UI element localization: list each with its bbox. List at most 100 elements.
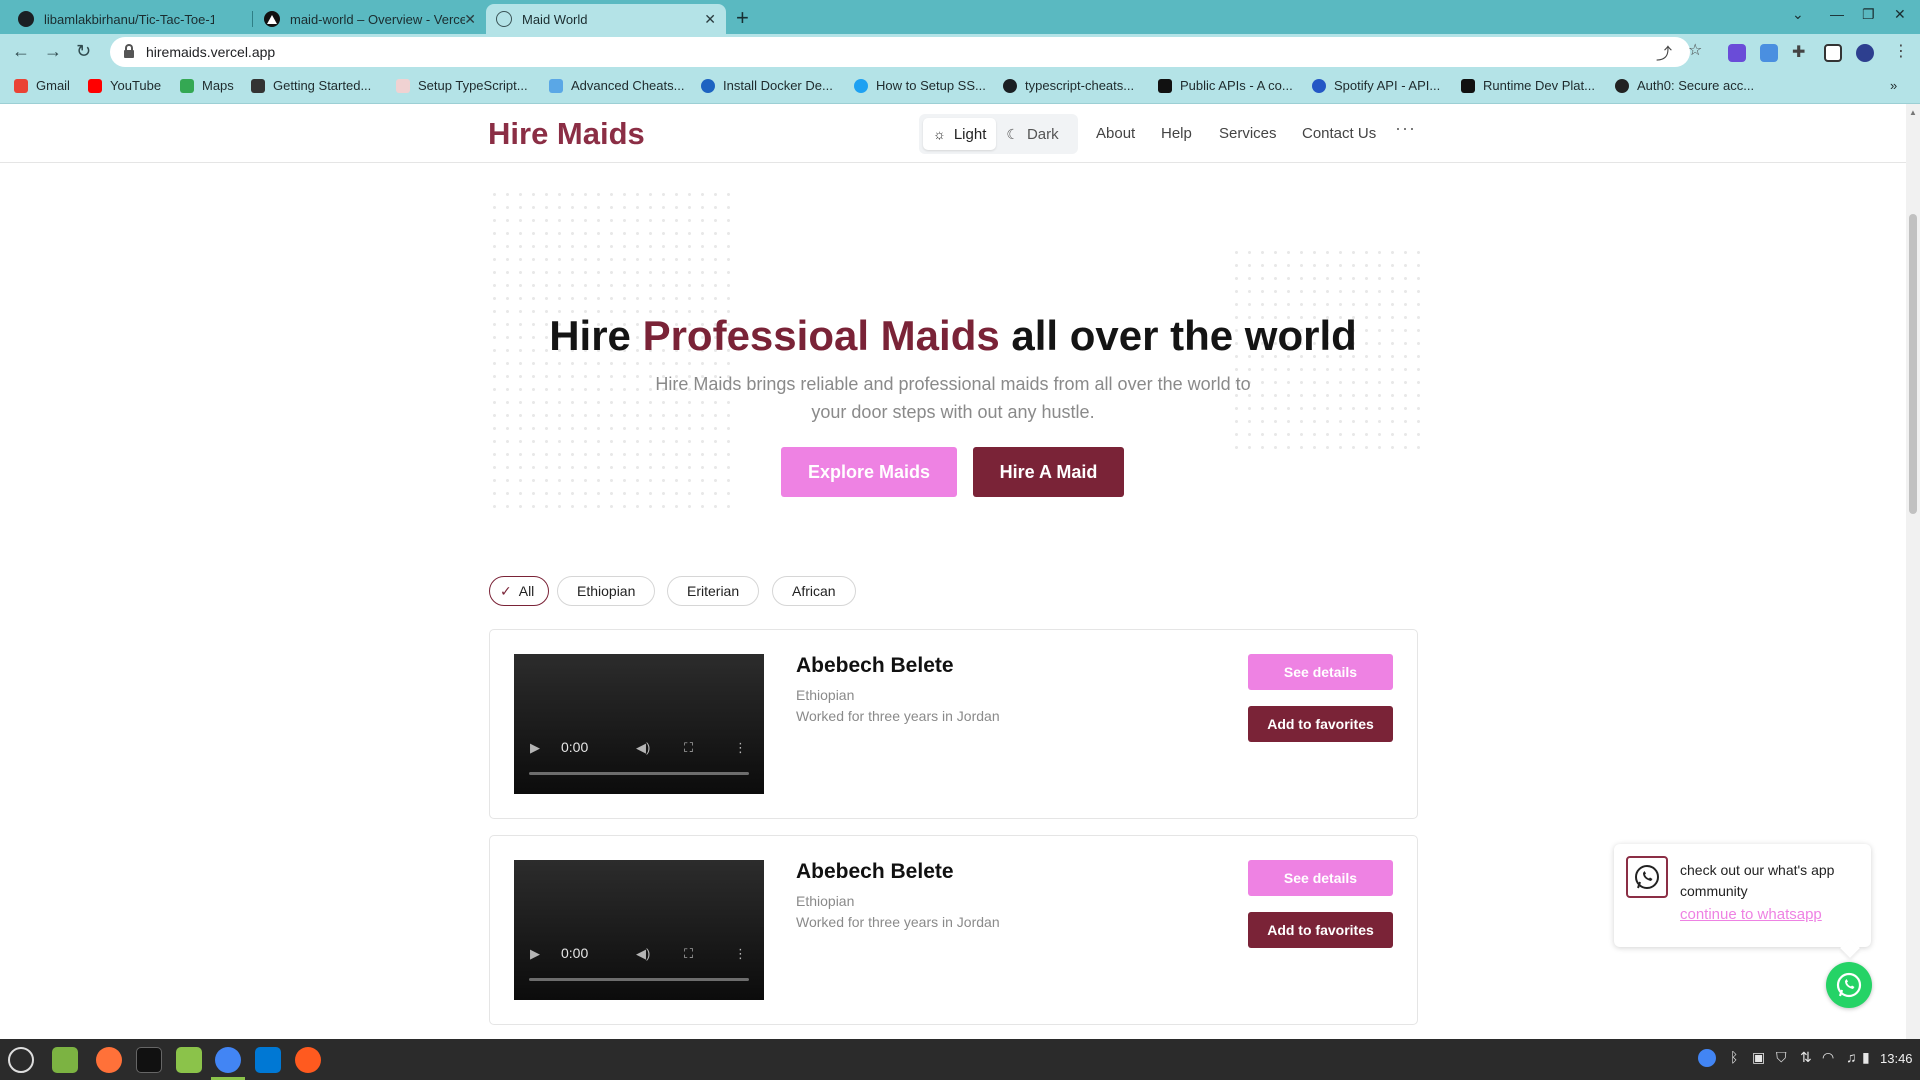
vscode-icon[interactable] xyxy=(255,1047,281,1073)
continue-to-whatsapp-link[interactable]: continue to whatsapp xyxy=(1680,906,1822,923)
maximize-icon[interactable]: ❐ xyxy=(1862,6,1875,23)
bookmark-spotify-api[interactable]: Spotify API - API... xyxy=(1312,78,1440,93)
minimize-icon[interactable]: — xyxy=(1830,6,1844,22)
bookmark-getting-started[interactable]: Getting Started... xyxy=(251,78,371,93)
shield-icon[interactable]: ⛉ xyxy=(1776,1049,1787,1066)
github-icon xyxy=(1003,78,1017,93)
fullscreen-icon[interactable]: ⛶ xyxy=(684,740,693,756)
files-icon[interactable] xyxy=(176,1047,202,1073)
tab-vercel[interactable]: maid-world – Overview - Vercel ✕ xyxy=(254,4,486,34)
whatsapp-button[interactable] xyxy=(1826,962,1872,1008)
battery-icon[interactable]: ▮ xyxy=(1862,1049,1870,1066)
github-icon xyxy=(18,11,34,27)
play-icon[interactable]: ▶ xyxy=(530,946,540,962)
filter-eriterian[interactable]: Eriterian xyxy=(667,576,760,606)
play-icon[interactable]: ▶ xyxy=(530,740,540,756)
bookmark-maps[interactable]: Maps xyxy=(180,78,234,93)
forward-icon[interactable]: → xyxy=(44,41,62,62)
scroll-up-icon[interactable]: ▲ xyxy=(1909,108,1917,117)
terminal-icon[interactable] xyxy=(136,1047,162,1073)
filter-ethiopian[interactable]: Ethiopian xyxy=(557,576,656,606)
volume-icon[interactable]: ◀) xyxy=(636,740,650,756)
brand-logo[interactable]: Hire Maids xyxy=(488,116,645,152)
filter-all[interactable]: ✓ All xyxy=(489,576,550,606)
network-icon[interactable]: ⇅ xyxy=(1800,1049,1812,1066)
avatar[interactable] xyxy=(1856,44,1874,62)
tab-title: libamlakbirhanu/Tic-Tac-Toe-1 xyxy=(44,11,214,27)
theme-dark-button[interactable]: ☾ Dark xyxy=(996,118,1068,150)
scrollbar-thumb[interactable] xyxy=(1909,214,1917,514)
video-menu-icon[interactable]: ⋮ xyxy=(734,946,747,962)
bookmark-install-docker[interactable]: Install Docker De... xyxy=(701,78,833,93)
whatsapp-message: check out our what's app community xyxy=(1680,862,1835,899)
bookmark-auth0[interactable]: Auth0: Secure acc... xyxy=(1615,78,1754,93)
address-bar[interactable]: hiremaids.vercel.app xyxy=(110,37,1690,67)
nav-help[interactable]: Help xyxy=(1161,125,1192,142)
reload-icon[interactable]: ↻ xyxy=(76,41,91,62)
explore-maids-button[interactable]: Explore Maids xyxy=(781,447,957,497)
nav-contact-us[interactable]: Contact Us xyxy=(1302,125,1376,142)
close-window-icon[interactable]: ✕ xyxy=(1894,6,1906,23)
hire-maid-button[interactable]: Hire A Maid xyxy=(973,447,1124,497)
nav-services[interactable]: Services xyxy=(1219,125,1277,142)
puzzle-icon[interactable]: ✚ xyxy=(1792,42,1805,62)
bookmark-gmail[interactable]: Gmail xyxy=(14,78,70,93)
bookmark-runtime-dev[interactable]: Runtime Dev Plat... xyxy=(1461,78,1595,93)
whatsapp-icon xyxy=(1626,856,1668,898)
video-menu-icon[interactable]: ⋮ xyxy=(734,740,747,756)
bookmark-setup-ssh[interactable]: How to Setup SS... xyxy=(854,78,986,93)
firefox-icon[interactable] xyxy=(96,1047,122,1073)
maid-card: ▶ 0:00 ◀) ⛶ ⋮ Abebech Belete Ethiopian W… xyxy=(489,835,1418,1025)
page-scrollbar[interactable]: ▲ xyxy=(1906,104,1920,1039)
bookmark-youtube[interactable]: YouTube xyxy=(88,78,161,93)
fullscreen-icon[interactable]: ⛶ xyxy=(684,946,693,962)
wifi-icon[interactable]: ◠ xyxy=(1822,1049,1834,1066)
video-progress-track[interactable] xyxy=(529,978,749,981)
auth0-icon xyxy=(1615,78,1629,93)
chrome-icon[interactable] xyxy=(215,1047,241,1073)
tab-github[interactable]: libamlakbirhanu/Tic-Tac-Toe-1 xyxy=(8,4,252,34)
filter-african[interactable]: African xyxy=(772,576,856,606)
back-icon[interactable]: ← xyxy=(12,41,30,62)
url-text[interactable]: hiremaids.vercel.app xyxy=(146,44,275,60)
new-tab-button[interactable]: + xyxy=(736,5,749,31)
video-player[interactable]: ▶ 0:00 ◀) ⛶ ⋮ xyxy=(514,654,764,794)
bluetooth-icon[interactable]: ᛒ xyxy=(1730,1049,1738,1065)
side-panel-icon[interactable] xyxy=(1824,44,1842,62)
bookmarks-overflow-button[interactable]: » xyxy=(1890,78,1897,93)
theme-light-button[interactable]: ☼ Light xyxy=(923,118,997,150)
see-details-button[interactable]: See details xyxy=(1248,860,1393,896)
bookmark-setup-typescript[interactable]: Setup TypeScript... xyxy=(396,78,528,93)
chrome-tray-icon[interactable] xyxy=(1698,1049,1716,1067)
maid-name: Abebech Belete xyxy=(796,860,954,883)
check-icon: ✓ xyxy=(500,582,512,599)
mint-menu-icon[interactable] xyxy=(8,1047,34,1073)
extension-icon[interactable] xyxy=(1728,44,1746,62)
hero-subtitle: Hire Maids brings reliable and professio… xyxy=(655,374,1251,422)
close-tab-icon[interactable]: ✕ xyxy=(464,11,476,28)
bookmark-advanced-cheats[interactable]: Advanced Cheats... xyxy=(549,78,684,93)
add-to-favorites-button[interactable]: Add to favorites xyxy=(1248,706,1393,742)
bookmark-star-icon[interactable]: ☆ xyxy=(1688,40,1702,60)
app-icon[interactable] xyxy=(295,1047,321,1073)
bookmark-public-apis[interactable]: Public APIs - A co... xyxy=(1158,78,1293,93)
see-details-button[interactable]: See details xyxy=(1248,654,1393,690)
bookmark-typescript-cheats[interactable]: typescript-cheats... xyxy=(1003,78,1134,93)
globe-icon xyxy=(496,11,512,27)
more-menu-icon[interactable]: ··· xyxy=(1395,118,1416,139)
nav-about[interactable]: About xyxy=(1096,125,1135,142)
add-to-favorites-button[interactable]: Add to favorites xyxy=(1248,912,1393,948)
sound-icon[interactable]: ♫ xyxy=(1846,1049,1857,1065)
clipboard-icon[interactable]: ▣ xyxy=(1752,1049,1765,1066)
volume-icon[interactable]: ◀) xyxy=(636,946,650,962)
extension-icon[interactable] xyxy=(1760,44,1778,62)
video-progress-track[interactable] xyxy=(529,772,749,775)
tab-search-icon[interactable]: ⌄ xyxy=(1792,6,1804,23)
tab-maid-world[interactable]: Maid World ✕ xyxy=(486,4,726,34)
close-tab-icon[interactable]: ✕ xyxy=(704,11,716,28)
maps-icon xyxy=(180,78,194,93)
video-player[interactable]: ▶ 0:00 ◀) ⛶ ⋮ xyxy=(514,860,764,1000)
menu-icon[interactable]: ⋮ xyxy=(1893,41,1909,61)
share-icon[interactable]: ⤴ xyxy=(1656,40,1672,64)
show-desktop-icon[interactable] xyxy=(52,1047,78,1073)
